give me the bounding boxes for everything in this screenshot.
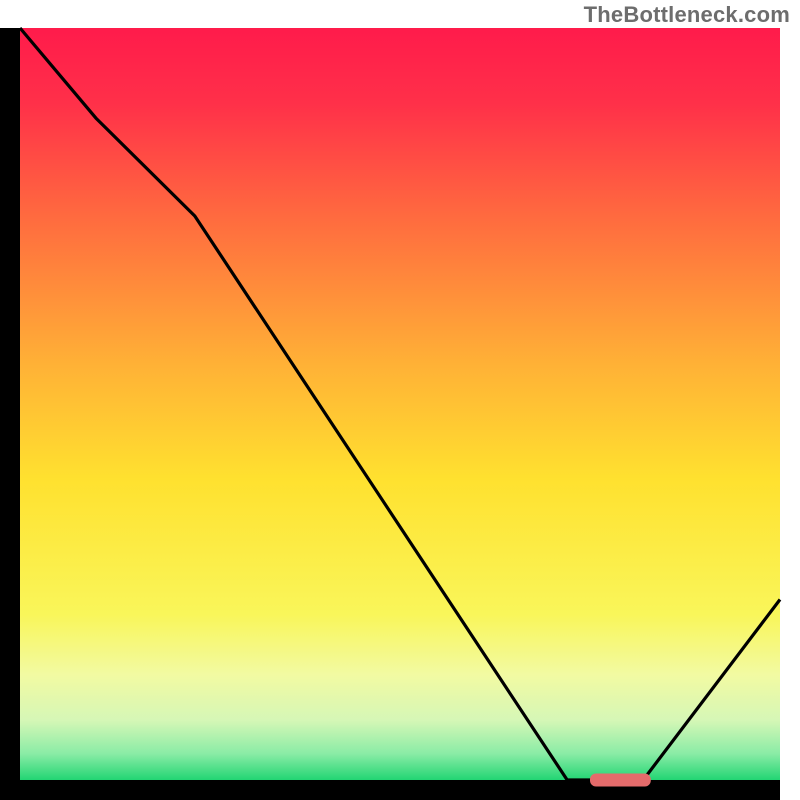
- optimum-marker: [590, 774, 651, 787]
- chart-svg: [0, 0, 800, 800]
- watermark-text: TheBottleneck.com: [584, 2, 790, 28]
- axis-left-border: [0, 28, 20, 800]
- axis-bottom-border: [0, 780, 780, 800]
- gradient-area: [20, 28, 780, 780]
- bottleneck-chart: TheBottleneck.com: [0, 0, 800, 800]
